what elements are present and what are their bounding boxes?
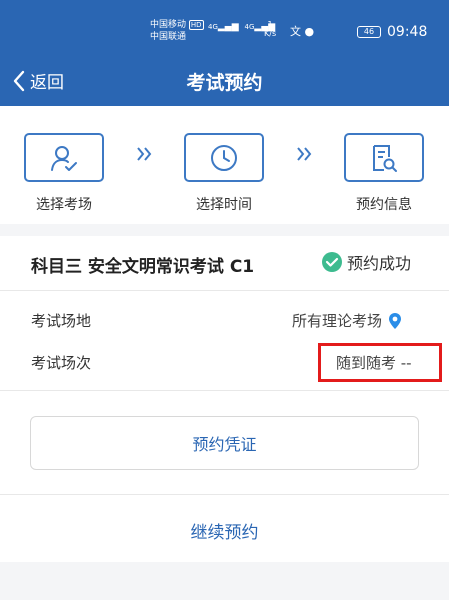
- battery-icon: 46: [357, 26, 381, 38]
- double-chevron-right-icon: [137, 147, 152, 161]
- step-3-label: 预约信息: [356, 197, 412, 213]
- booking-card: 科目三 安全文明常识考试 C1 预约成功 考试场地 所有理论考场 考试场次 随到…: [0, 236, 449, 562]
- divider: [0, 390, 449, 391]
- step-2-box: [184, 133, 264, 182]
- double-chevron-right-icon-2: [297, 147, 312, 161]
- divider: [0, 494, 449, 495]
- network-speed: 1 K/s: [264, 20, 277, 38]
- signal-icon: ▂▄▆: [217, 22, 239, 32]
- step-3-box: [344, 133, 424, 182]
- notification-icons: 文 ●: [290, 23, 314, 39]
- continue-booking-button[interactable]: 继续预约: [0, 518, 449, 543]
- step-2-label: 选择时间: [196, 197, 252, 213]
- progress-steps: 选择考场 选择时间 预约信息: [0, 106, 449, 224]
- venue-value: 所有理论考场: [292, 312, 383, 330]
- check-circle-icon: [322, 252, 342, 272]
- location-pin-icon[interactable]: [388, 312, 402, 330]
- translate-icon: 文: [290, 25, 301, 38]
- hd-badge: HD: [188, 20, 204, 30]
- chat-bubble-icon: ●: [304, 25, 315, 38]
- page-title: 考试预约: [186, 72, 263, 94]
- highlight-box: [318, 343, 442, 382]
- exam-subject: 科目三 安全文明常识考试 C1: [31, 257, 255, 277]
- step-1-label: 选择考场: [36, 197, 92, 213]
- nav-bar: 返回 考试预约: [0, 56, 449, 106]
- step-1-box: [24, 133, 104, 182]
- status-text: 预约成功: [347, 254, 412, 273]
- divider: [0, 290, 449, 291]
- clock-icon: [211, 144, 237, 171]
- venue-value-row: 所有理论考场: [292, 310, 402, 331]
- voucher-button[interactable]: 预约凭证: [30, 416, 419, 470]
- carrier-info: 中国移动 HD 中国联通: [150, 20, 204, 42]
- venue-label: 考试场地: [31, 312, 92, 330]
- session-label: 考试场次: [31, 354, 92, 372]
- user-check-icon: [51, 145, 77, 171]
- status-badge: 预约成功: [321, 250, 411, 274]
- clock-time: 09:48: [387, 24, 428, 40]
- document-search-icon: [373, 144, 397, 172]
- status-bar: 中国移动 HD 中国联通 4G▂▄▆ 4G▂▄▆ 1 K/s 文 ● 46 09…: [0, 0, 449, 56]
